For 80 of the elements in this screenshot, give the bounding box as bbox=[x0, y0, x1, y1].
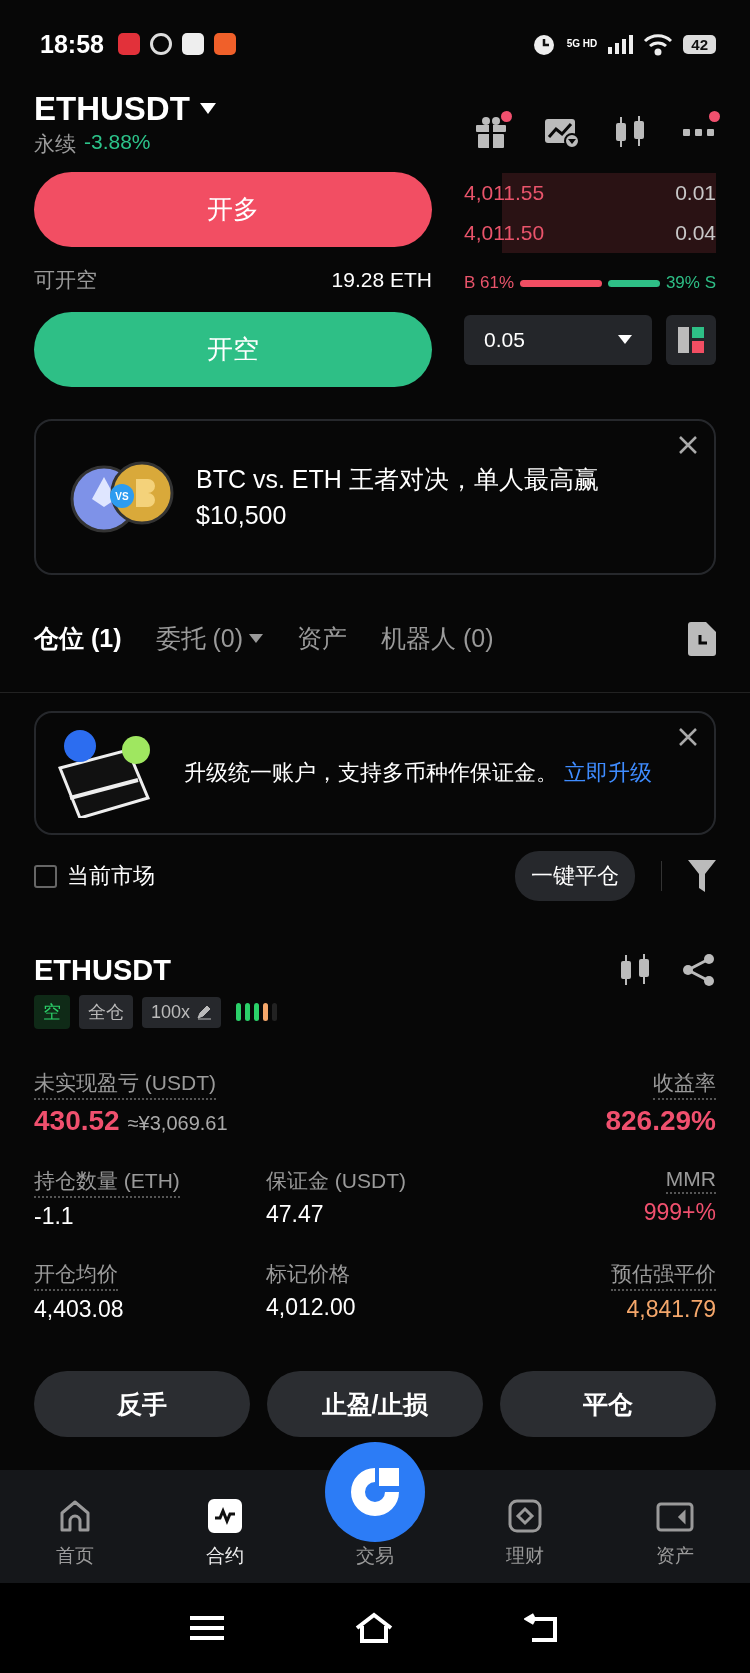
metric-value: -1.1 bbox=[34, 1203, 74, 1230]
ask-size: 0.04 bbox=[675, 221, 716, 245]
metric-label: MMR bbox=[665, 1167, 716, 1194]
network-label: 5G HD bbox=[566, 39, 598, 49]
home-icon bbox=[58, 1499, 92, 1533]
nav-item[interactable]: 合约 bbox=[206, 1499, 244, 1569]
position-symbol: ETHUSDT bbox=[34, 953, 171, 987]
metric-label: 预估强平价 bbox=[611, 1260, 716, 1291]
metric-label: 未实现盈亏 (USDT) bbox=[34, 1069, 216, 1100]
ask-price: 4,011.50 bbox=[464, 221, 545, 245]
close-all-button[interactable]: 一键平仓 bbox=[515, 851, 635, 901]
history-icon[interactable] bbox=[686, 621, 716, 656]
metric-label: 保证金 (USDT) bbox=[266, 1168, 406, 1194]
metric-value: 47.47 bbox=[266, 1201, 324, 1228]
available-value: 19.28 ETH bbox=[331, 267, 432, 292]
metric-label: 持仓数量 (ETH) bbox=[34, 1167, 180, 1198]
close-icon[interactable] bbox=[678, 727, 698, 747]
sell-ratio: 39% S bbox=[665, 273, 716, 293]
metric-value: 4,012.00 bbox=[266, 1294, 356, 1321]
buy-ratio: B 61% bbox=[464, 273, 515, 293]
tab[interactable]: 仓位 (1) bbox=[34, 622, 122, 655]
symbol-title[interactable]: ETHUSDT bbox=[34, 90, 190, 128]
caret-icon bbox=[249, 633, 263, 644]
metric-value: 826.29% bbox=[605, 1105, 716, 1137]
metric-value: 999+% bbox=[643, 1199, 716, 1226]
wifi-icon bbox=[643, 32, 674, 56]
sell-ratio-bar bbox=[607, 279, 660, 287]
upgrade-link[interactable]: 立即升级 bbox=[564, 760, 653, 786]
approx-value: ≈¥3,069.61 bbox=[127, 1112, 228, 1135]
checkbox-label: 当前市场 bbox=[67, 862, 155, 890]
candlestick-icon[interactable] bbox=[618, 953, 652, 987]
home-icon[interactable] bbox=[354, 1612, 394, 1644]
tab[interactable]: 资产 bbox=[297, 622, 347, 655]
nav-item[interactable]: 资产 bbox=[656, 1501, 694, 1569]
layout-button[interactable] bbox=[666, 315, 716, 365]
ask-size: 0.01 bbox=[675, 181, 716, 205]
edit-icon bbox=[196, 1004, 213, 1020]
price-change: -3.88% bbox=[84, 130, 151, 155]
promo-banner[interactable]: VS BTC vs. ETH 王者对决，单人最高赢 $10,500 bbox=[34, 419, 716, 575]
share-icon[interactable] bbox=[682, 953, 716, 987]
metric-label: 收益率 bbox=[653, 1069, 716, 1100]
metric-label: 开仓均价 bbox=[34, 1260, 118, 1291]
battery-indicator: 42 bbox=[683, 34, 716, 54]
contract-type: 永续 bbox=[34, 131, 76, 157]
metric-value: 4,841.79 bbox=[626, 1296, 716, 1323]
back-icon[interactable] bbox=[524, 1613, 560, 1643]
notice-text: 升级统一账户，支持多币种作保证金。 立即升级 bbox=[184, 759, 653, 788]
status-time: 18:58 bbox=[40, 29, 104, 59]
side-tag: 空 bbox=[34, 995, 70, 1029]
wallet-icon bbox=[656, 1501, 694, 1533]
margin-mode-tag: 全仓 bbox=[79, 995, 133, 1029]
tab[interactable]: 机器人 (0) bbox=[381, 622, 494, 655]
filter-icon[interactable] bbox=[688, 860, 716, 892]
layout-icon bbox=[677, 326, 705, 354]
price-step-select[interactable]: 0.05 bbox=[464, 315, 652, 365]
available-label: 可开空 bbox=[34, 266, 97, 293]
signal-icon bbox=[607, 33, 634, 55]
market-checkbox[interactable] bbox=[34, 864, 57, 888]
menu-icon[interactable] bbox=[190, 1614, 224, 1642]
promo-text: BTC vs. ETH 王者对决，单人最高赢 $10,500 bbox=[196, 463, 600, 531]
leverage-tag[interactable]: 100x bbox=[142, 996, 222, 1028]
caret-icon bbox=[618, 335, 632, 345]
nav-item[interactable]: 交易 bbox=[356, 1543, 394, 1569]
close-icon[interactable] bbox=[678, 435, 698, 455]
ask-price: 4,011.55 bbox=[464, 181, 545, 205]
position-action-button[interactable]: 反手 bbox=[34, 1371, 250, 1437]
gift-icon[interactable] bbox=[474, 114, 508, 149]
bag-notification-icon bbox=[181, 33, 204, 55]
position-action-button[interactable]: 平仓 bbox=[500, 1371, 716, 1437]
position-action-button[interactable]: 止盈/止损 bbox=[267, 1371, 483, 1437]
metric-value: 4,403.08 bbox=[34, 1296, 124, 1323]
metric-value: 430.52 bbox=[34, 1105, 120, 1137]
nav-item[interactable]: 首页 bbox=[56, 1499, 94, 1569]
metric-label: 标记价格 bbox=[266, 1261, 350, 1287]
chat-notification-icon bbox=[149, 33, 172, 55]
tab[interactable]: 委托 (0) bbox=[155, 622, 263, 655]
nav-item[interactable]: 理财 bbox=[506, 1499, 544, 1569]
app-notification-icon bbox=[117, 33, 140, 55]
app-notification-icon bbox=[213, 33, 236, 55]
caret-icon[interactable] bbox=[199, 103, 216, 115]
